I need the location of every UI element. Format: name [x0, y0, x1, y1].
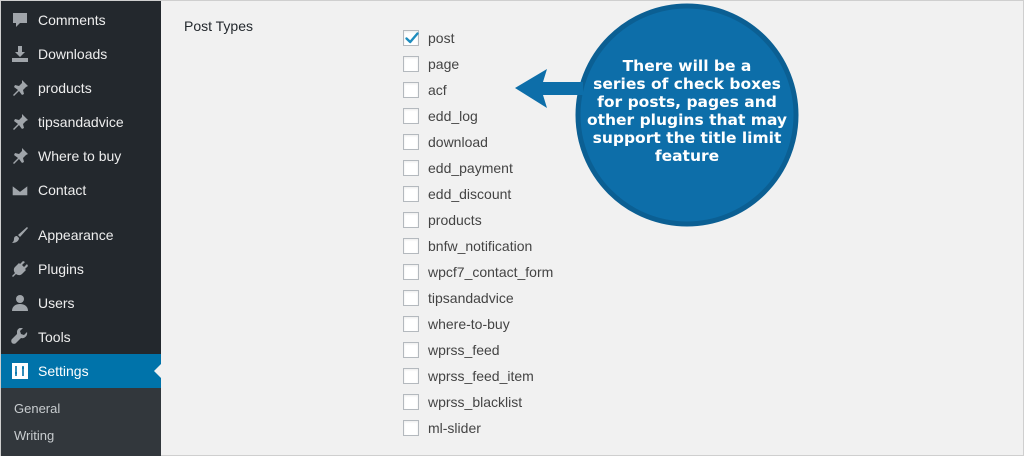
sidebar-item-tools[interactable]: Tools	[1, 320, 161, 354]
post-type-checkbox[interactable]	[403, 82, 419, 98]
callout-line: series of check boxes	[593, 75, 781, 93]
sidebar-item-label: Comments	[38, 12, 106, 28]
post-type-checkbox[interactable]	[403, 342, 419, 358]
callout-line: other plugins that may	[586, 111, 788, 129]
sidebar-item-downloads[interactable]: Downloads	[1, 37, 161, 71]
sidebar-item-label: Contact	[38, 182, 87, 198]
post-type-checkbox[interactable]	[403, 264, 419, 280]
post-type-label: edd_log	[428, 108, 478, 124]
post-type-option[interactable]: download	[403, 132, 488, 152]
post-type-checkbox[interactable]	[403, 134, 419, 150]
post-type-option[interactable]: products	[403, 210, 482, 230]
post-type-label: wprss_feed	[428, 342, 500, 358]
sidebar-item-label: products	[38, 80, 92, 96]
post-type-option[interactable]: post	[403, 28, 454, 48]
post-type-checkbox[interactable]	[403, 394, 419, 410]
checkmark-icon	[405, 32, 419, 44]
post-type-checkbox[interactable]	[403, 420, 419, 436]
downloads-icon	[1, 37, 37, 71]
post-type-label: wpcf7_contact_form	[428, 264, 554, 280]
post-type-option[interactable]: where-to-buy	[403, 314, 510, 334]
paintbrush-icon	[1, 218, 37, 252]
post-type-checkbox[interactable]	[403, 212, 419, 228]
post-type-label: wprss_blacklist	[428, 394, 523, 410]
pin-icon	[1, 105, 37, 139]
post-type-option[interactable]: wpcf7_contact_form	[403, 262, 553, 282]
sidebar-item-where-to-buy[interactable]: Where to buy	[1, 139, 161, 173]
post-type-checkbox[interactable]	[403, 316, 419, 332]
sidebar-item-label: Plugins	[38, 261, 84, 277]
callout-line: support the title limit	[592, 129, 782, 147]
post-type-option[interactable]: edd_log	[403, 106, 478, 126]
callout-line: There will be a	[622, 57, 752, 75]
submenu-item-writing[interactable]: Writing	[14, 428, 54, 443]
plug-icon	[1, 252, 37, 286]
pin-icon	[1, 139, 37, 173]
post-type-option[interactable]: tipsandadvice	[403, 288, 514, 308]
post-type-label: bnfw_notification	[428, 238, 533, 254]
sidebar-item-label: Where to buy	[38, 148, 122, 164]
comments-icon	[1, 3, 37, 37]
post-type-option[interactable]: acf	[403, 80, 447, 100]
post-type-checkbox[interactable]	[403, 160, 419, 176]
post-type-option[interactable]: edd_payment	[403, 158, 513, 178]
user-icon	[1, 286, 37, 320]
post-type-label: page	[428, 56, 460, 72]
envelope-icon	[1, 173, 37, 207]
settings-submenu: General Writing	[1, 388, 161, 456]
post-type-label: edd_payment	[428, 160, 513, 176]
admin-sidebar: Comments Downloads products tipsandadvice Wh…	[1, 1, 162, 456]
sidebar-item-products[interactable]: products	[1, 71, 161, 105]
post-type-checkbox[interactable]	[403, 290, 419, 306]
post-type-label: download	[428, 134, 488, 150]
post-type-label: products	[428, 212, 482, 228]
post-type-option[interactable]: wprss_blacklist	[403, 392, 522, 412]
post-types-label: Post Types	[184, 18, 254, 34]
sidebar-item-settings[interactable]: Settings	[1, 354, 162, 388]
sidebar-item-label: Tools	[38, 329, 71, 345]
post-type-checkbox[interactable]	[403, 56, 419, 72]
settings-icon	[1, 354, 37, 388]
sidebar-item-label: Appearance	[38, 227, 114, 243]
post-type-option[interactable]: page	[403, 54, 459, 74]
post-type-option[interactable]: ml-slider	[403, 418, 481, 438]
callout-line: feature	[654, 147, 720, 165]
sidebar-item-label: Downloads	[38, 46, 108, 62]
post-type-option[interactable]: wprss_feed_item	[403, 366, 534, 386]
post-type-label: tipsandadvice	[428, 290, 514, 306]
post-type-label: acf	[428, 82, 447, 98]
callout-text: There will be a series of check boxes for …	[574, 57, 800, 165]
sidebar-item-plugins[interactable]: Plugins	[1, 252, 161, 286]
callout-arrow-icon	[515, 69, 583, 108]
post-type-label: post	[428, 30, 455, 46]
sidebar-item-label: tipsandadvice	[38, 114, 124, 130]
sidebar-item-label: Users	[38, 295, 75, 311]
post-type-label: wprss_feed_item	[428, 368, 534, 384]
post-type-checkbox[interactable]	[403, 30, 419, 46]
post-type-checkbox[interactable]	[403, 368, 419, 384]
sidebar-item-comments[interactable]: Comments	[1, 3, 161, 37]
wrench-icon	[1, 320, 37, 354]
post-type-label: edd_discount	[428, 186, 512, 202]
sidebar-item-appearance[interactable]: Appearance	[1, 218, 161, 252]
sidebar-item-users[interactable]: Users	[1, 286, 161, 320]
post-type-option[interactable]: edd_discount	[403, 184, 511, 204]
post-type-option[interactable]: wprss_feed	[403, 340, 500, 360]
sidebar-item-label: Settings	[38, 363, 89, 379]
post-type-checkbox[interactable]	[403, 186, 419, 202]
pin-icon	[1, 71, 37, 105]
sidebar-item-contact[interactable]: Contact	[1, 173, 161, 207]
settings-content: Post Types post page acf edd_log download edd…	[161, 1, 1023, 455]
post-type-option[interactable]: bnfw_notification	[403, 236, 532, 256]
sidebar-item-tipsandadvice[interactable]: tipsandadvice	[1, 105, 161, 139]
post-type-label: ml-slider	[428, 420, 481, 436]
post-type-checkbox[interactable]	[403, 108, 419, 124]
post-type-checkbox[interactable]	[403, 238, 419, 254]
post-type-label: where-to-buy	[428, 316, 510, 332]
submenu-item-general[interactable]: General	[14, 401, 60, 416]
callout-line: for posts, pages and	[597, 93, 777, 111]
